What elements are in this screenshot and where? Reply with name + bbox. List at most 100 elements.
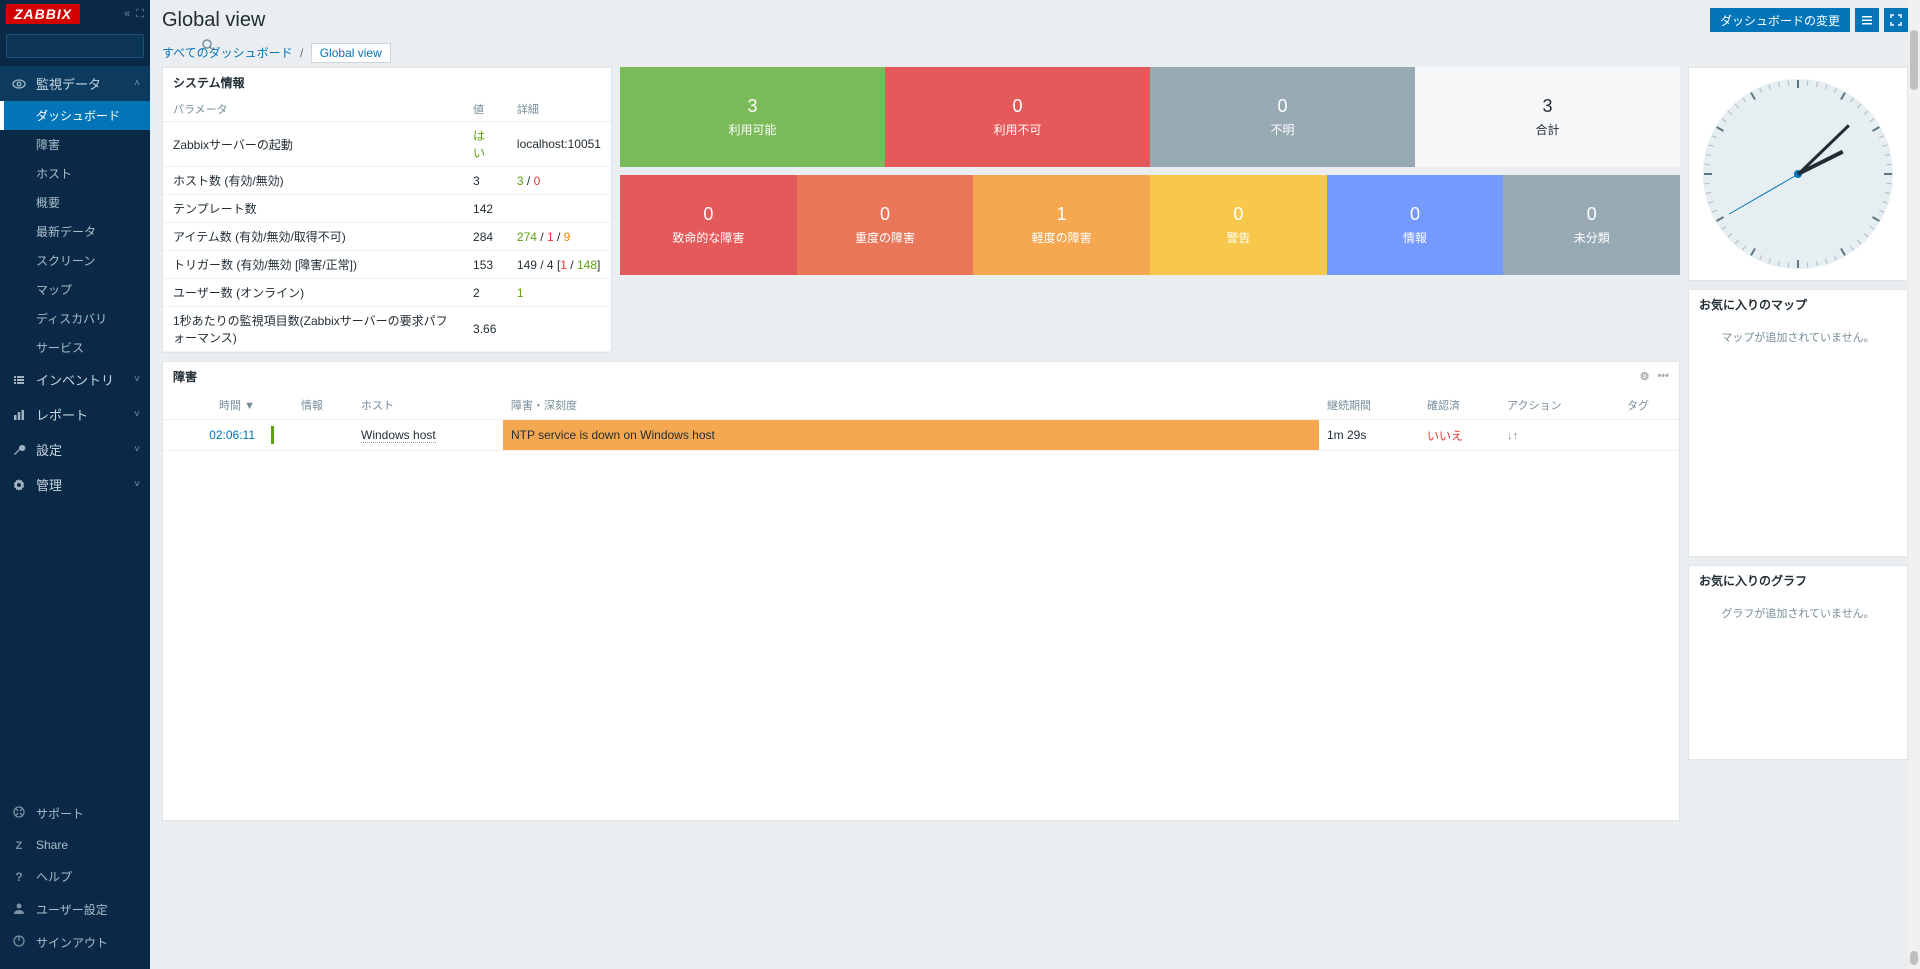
clock-tick	[1716, 126, 1724, 132]
share-icon: Z	[10, 838, 28, 852]
tile-num: 0	[703, 204, 713, 225]
host-tile[interactable]: 0不明	[1150, 67, 1415, 167]
tile-label: 合計	[1535, 121, 1559, 138]
clock-tick	[1816, 82, 1818, 87]
nav-subitem-2[interactable]: ホスト	[0, 159, 150, 188]
nav-section-2[interactable]: レポート˅	[0, 397, 150, 432]
ack-link[interactable]: いいえ	[1427, 429, 1463, 443]
gear-icon	[10, 478, 28, 492]
fav-maps-title: お気に入りのマップ	[1689, 290, 1907, 319]
action-icon[interactable]: ↓↑	[1507, 430, 1518, 442]
sysinfo-row: トリガー数 (有効/無効 [障害/正常])153149 / 4 [1 / 148…	[163, 251, 611, 279]
severity-marker-icon	[271, 426, 274, 444]
problems-th-tags: タグ	[1619, 391, 1679, 420]
footer-item-signout[interactable]: サインアウト	[0, 926, 150, 959]
severity-tile[interactable]: 0致命的な障害	[620, 175, 797, 275]
breadcrumb: すべてのダッシュボード / Global view	[150, 36, 1920, 67]
sysinfo-param: テンプレート数	[163, 195, 463, 223]
severity-tile[interactable]: 0警告	[1150, 175, 1327, 275]
logo[interactable]: ZABBIX	[6, 4, 80, 24]
host-link[interactable]: Windows host	[361, 428, 436, 443]
sysinfo-table: パラメータ 値 詳細 Zabbixサーバーの起動はいlocalhost:1005…	[163, 97, 611, 352]
problem-info	[293, 420, 353, 451]
nav-subitem-1[interactable]: 障害	[0, 130, 150, 159]
clock-face	[1703, 79, 1893, 269]
second-hand	[1728, 174, 1798, 215]
host-tile[interactable]: 0利用不可	[885, 67, 1150, 167]
nav-section-0[interactable]: 監視データ˄	[0, 66, 150, 101]
fullscreen-button[interactable]	[1884, 8, 1908, 32]
sysinfo-param: ホスト数 (有効/無効)	[163, 167, 463, 195]
footer-item-share[interactable]: ZShare	[0, 830, 150, 860]
severity-tile[interactable]: 1軽度の障害	[973, 175, 1150, 275]
nav-subitem-8[interactable]: サービス	[0, 333, 150, 362]
clock-tick	[1840, 248, 1846, 256]
clock-tick	[1708, 144, 1713, 146]
popout-icon[interactable]: ⛶	[136, 8, 144, 21]
nav-subitem-3[interactable]: 概要	[0, 188, 150, 217]
tile-label: 重度の障害	[855, 229, 915, 246]
tile-label: 未分類	[1574, 229, 1610, 246]
clock-tick	[1825, 84, 1827, 89]
nav-section-label: 設定	[36, 440, 62, 459]
fav-maps-widget: お気に入りのマップ マップが追加されていません。	[1688, 289, 1908, 557]
actions-menu-button[interactable]	[1855, 8, 1879, 32]
nav-section-1[interactable]: インベントリ˅	[0, 362, 150, 397]
collapse-sidebar-icon[interactable]: «	[124, 8, 130, 21]
tile-num: 3	[1542, 96, 1552, 117]
footer-item-support[interactable]: サポート	[0, 797, 150, 830]
nav: 監視データ˄ダッシュボード障害ホスト概要最新データスクリーンマップディスカバリサ…	[0, 66, 150, 797]
clock-tick	[1735, 104, 1739, 108]
severity-tile[interactable]: 0重度の障害	[797, 175, 974, 275]
nav-subitem-7[interactable]: ディスカバリ	[0, 304, 150, 333]
sysinfo-th-value: 値	[463, 97, 507, 122]
sysinfo-row: 1秒あたりの監視項目数(Zabbixサーバーの要求パフォーマンス)3.66	[163, 307, 611, 352]
tile-num: 1	[1057, 204, 1067, 225]
problem-row: 02:06:11 Windows host NTP service is dow…	[163, 420, 1679, 451]
wrench-icon	[10, 443, 28, 457]
search-box	[6, 34, 144, 58]
footer-item-help[interactable]: ?ヘルプ	[0, 860, 150, 893]
scrollbar-thumb-bottom[interactable]	[1910, 951, 1918, 965]
nav-subitem-0[interactable]: ダッシュボード	[0, 101, 150, 130]
sysinfo-param: ユーザー数 (オンライン)	[163, 279, 463, 307]
problems-th-actions: アクション	[1499, 391, 1619, 420]
host-tile[interactable]: 3 合計	[1415, 67, 1680, 167]
support-icon	[10, 805, 28, 822]
nav-section-3[interactable]: 設定˅	[0, 432, 150, 467]
search-input[interactable]	[7, 35, 196, 57]
clock-tick	[1735, 240, 1739, 244]
search-icon[interactable]	[196, 39, 220, 54]
edit-dashboard-button[interactable]: ダッシュボードの変更	[1710, 8, 1850, 32]
problems-title: 障害	[173, 368, 197, 385]
scrollbar-thumb[interactable]	[1910, 30, 1918, 90]
sysinfo-value: 142	[463, 195, 507, 223]
problems-th-time[interactable]: 時間 ▼	[163, 391, 263, 420]
clock-tick	[1708, 201, 1713, 203]
breadcrumb-current[interactable]: Global view	[311, 43, 391, 63]
clock-tick	[1704, 164, 1709, 166]
chevron-icon: ˅	[134, 409, 140, 420]
nav-subitem-4[interactable]: 最新データ	[0, 217, 150, 246]
scrollbar[interactable]	[1908, 0, 1920, 969]
clock-tick	[1759, 88, 1762, 93]
sysinfo-value: 3.66	[463, 307, 507, 352]
severity-tile[interactable]: 0未分類	[1503, 175, 1680, 275]
fav-graphs-empty: グラフが追加されていません。	[1689, 595, 1907, 631]
sysinfo-value: 153	[463, 251, 507, 279]
severity-tiles: 0致命的な障害0重度の障害1軽度の障害0警告0情報0未分類	[620, 175, 1680, 275]
clock-tick	[1728, 233, 1732, 237]
widget-more-icon[interactable]: •••	[1657, 370, 1669, 383]
nav-subitem-6[interactable]: マップ	[0, 275, 150, 304]
widget-gear-icon[interactable]: ⚙	[1640, 370, 1650, 383]
nav-subitem-5[interactable]: スクリーン	[0, 246, 150, 275]
clock-tick	[1864, 233, 1868, 237]
severity-tile[interactable]: 0情報	[1327, 175, 1504, 275]
tile-num: 0	[1410, 204, 1420, 225]
footer-item-user[interactable]: ユーザー設定	[0, 893, 150, 926]
problem-time[interactable]: 02:06:11	[163, 420, 263, 451]
nav-section-4[interactable]: 管理˅	[0, 467, 150, 502]
tile-label: 不明	[1270, 121, 1294, 138]
problem-name[interactable]: NTP service is down on Windows host	[503, 420, 1319, 451]
host-tile[interactable]: 3利用可能	[620, 67, 885, 167]
